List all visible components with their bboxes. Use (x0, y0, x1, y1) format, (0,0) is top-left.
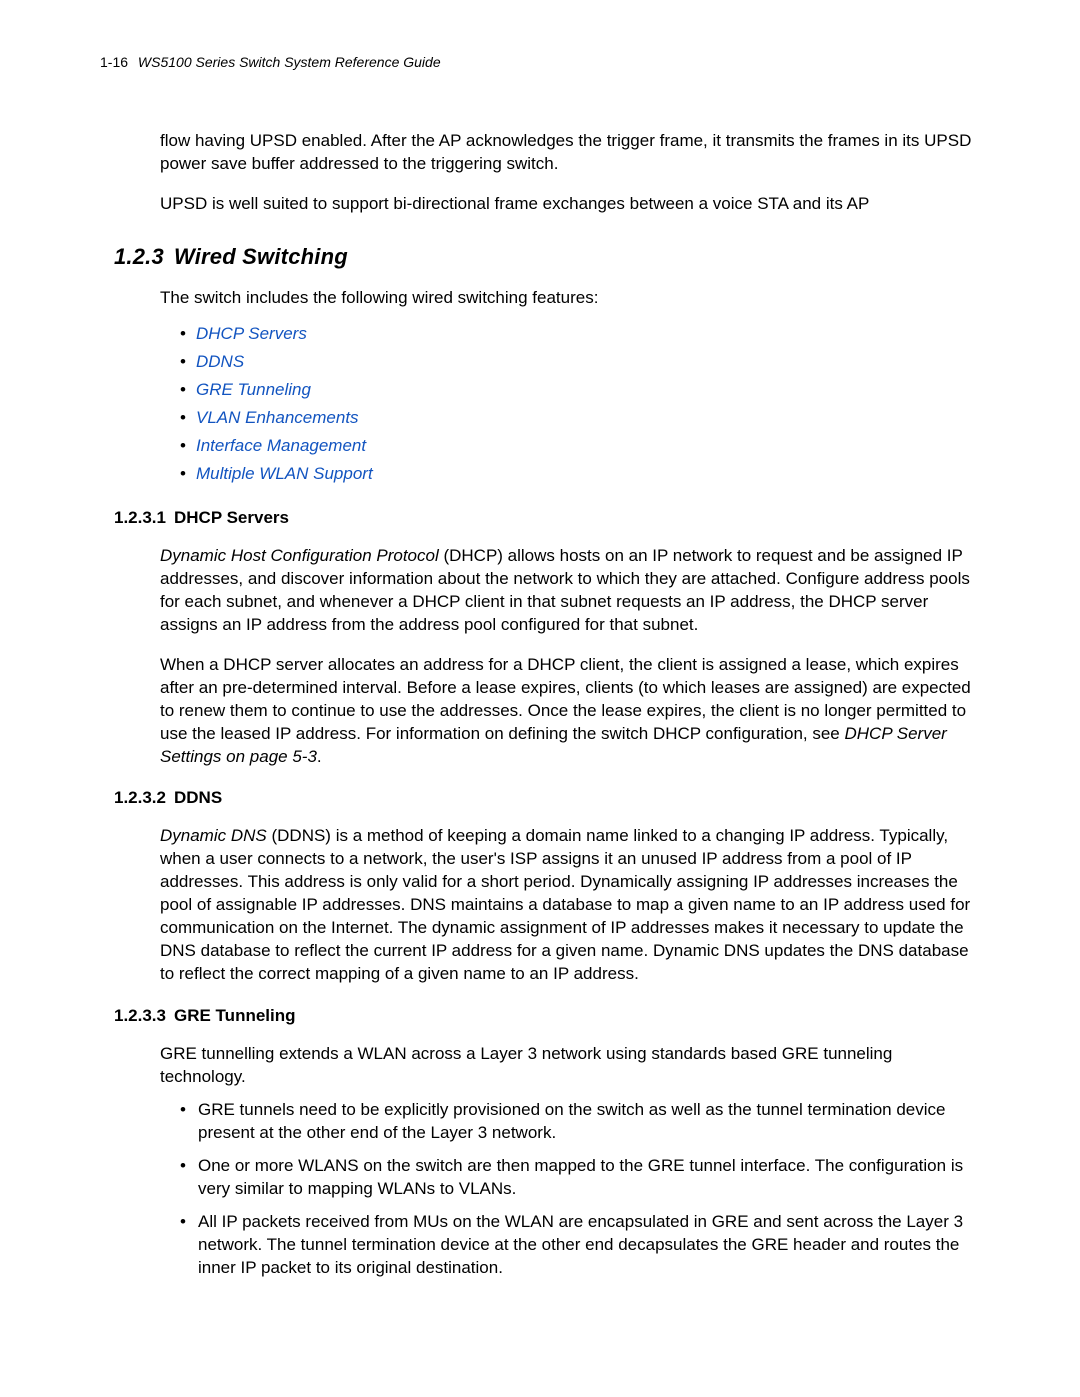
page-content: 1-16 WS5100 Series Switch System Referen… (0, 0, 1080, 1349)
page-number: 1-16 (100, 54, 128, 70)
term: Dynamic Host Configuration Protocol (160, 546, 439, 565)
heading-text: DHCP Servers (174, 508, 289, 527)
heading-number: 1.2.3.1 (114, 508, 166, 527)
heading-ddns: 1.2.3.2 DDNS (114, 788, 980, 808)
heading-text: DDNS (174, 788, 222, 807)
list-item: Multiple WLAN Support (180, 460, 980, 488)
heading-number: 1.2.3 (114, 244, 164, 269)
link-multiple-wlan-support[interactable]: Multiple WLAN Support (196, 464, 373, 483)
body-paragraph: Dynamic Host Configuration Protocol (DHC… (160, 545, 980, 637)
body-paragraph: GRE tunnelling extends a WLAN across a L… (160, 1043, 980, 1089)
doc-title: WS5100 Series Switch System Reference Gu… (138, 54, 441, 70)
body-paragraph: flow having UPSD enabled. After the AP a… (160, 130, 980, 176)
term: Dynamic DNS (160, 826, 267, 845)
body-paragraph: Dynamic DNS (DDNS) is a method of keepin… (160, 825, 980, 986)
body-paragraph: When a DHCP server allocates an address … (160, 654, 980, 769)
list-item: GRE tunnels need to be explicitly provis… (180, 1099, 980, 1145)
list-item: One or more WLANS on the switch are then… (180, 1155, 980, 1201)
list-item: Interface Management (180, 432, 980, 460)
list-item: DHCP Servers (180, 320, 980, 348)
list-item: DDNS (180, 348, 980, 376)
heading-dhcp-servers: 1.2.3.1 DHCP Servers (114, 508, 980, 528)
body-paragraph: The switch includes the following wired … (160, 287, 980, 310)
body-text: (DDNS) is a method of keeping a domain n… (160, 826, 970, 983)
link-vlan-enhancements[interactable]: VLAN Enhancements (196, 408, 359, 427)
heading-text: Wired Switching (174, 244, 348, 269)
heading-wired-switching: 1.2.3 Wired Switching (114, 244, 980, 270)
body-text: . (317, 747, 322, 766)
running-header: 1-16 WS5100 Series Switch System Referen… (100, 54, 980, 70)
link-ddns[interactable]: DDNS (196, 352, 244, 371)
heading-text: GRE Tunneling (174, 1006, 296, 1025)
heading-gre-tunneling: 1.2.3.3 GRE Tunneling (114, 1006, 980, 1026)
link-interface-management[interactable]: Interface Management (196, 436, 366, 455)
list-item: GRE Tunneling (180, 376, 980, 404)
link-dhcp-servers[interactable]: DHCP Servers (196, 324, 307, 343)
list-item: VLAN Enhancements (180, 404, 980, 432)
gre-bullet-list: GRE tunnels need to be explicitly provis… (180, 1099, 980, 1280)
body-paragraph: UPSD is well suited to support bi-direct… (160, 193, 980, 216)
list-item: All IP packets received from MUs on the … (180, 1211, 980, 1280)
link-gre-tunneling[interactable]: GRE Tunneling (196, 380, 311, 399)
feature-link-list: DHCP Servers DDNS GRE Tunneling VLAN Enh… (180, 320, 980, 488)
heading-number: 1.2.3.2 (114, 788, 166, 807)
heading-number: 1.2.3.3 (114, 1006, 166, 1025)
